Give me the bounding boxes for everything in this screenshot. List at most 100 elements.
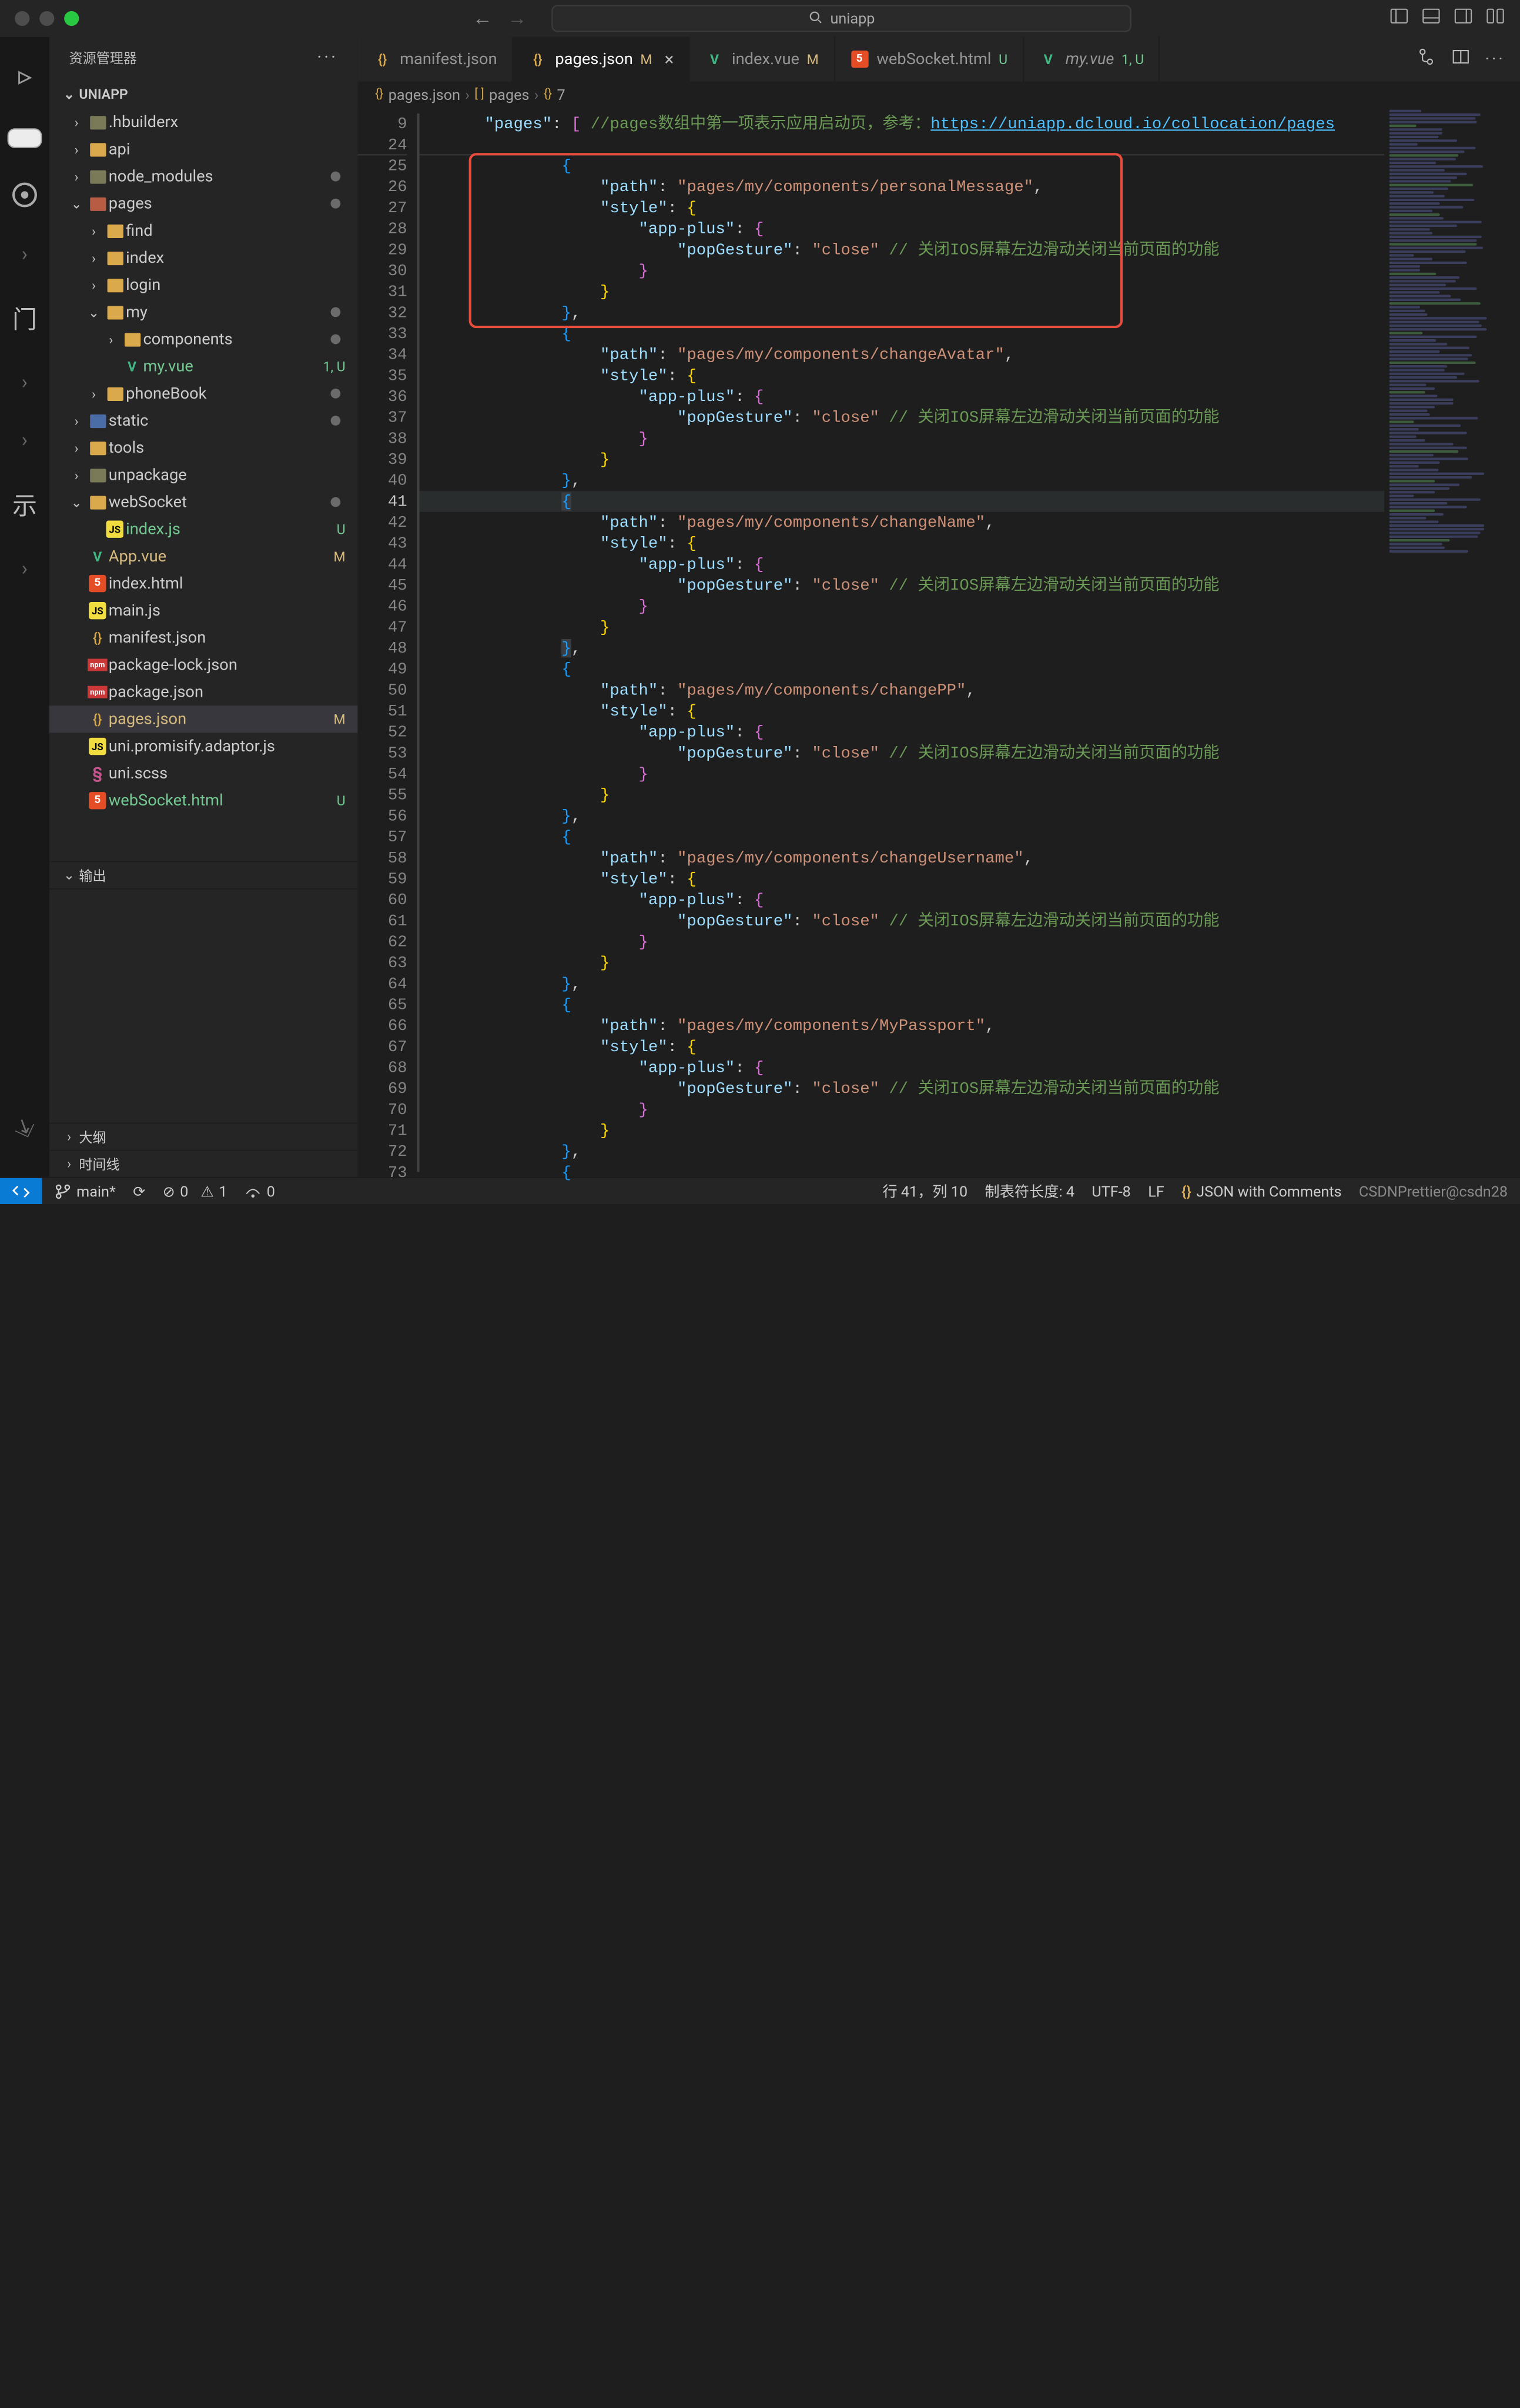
breadcrumb-segment[interactable]: pages.json [389, 86, 460, 103]
file-tree: ›.hbuilderx›api›node_modules⌄pages›find›… [49, 109, 358, 861]
command-center[interactable]: uniapp [551, 5, 1131, 32]
file-name: pages [109, 194, 331, 212]
tree-item[interactable]: App.vueM [49, 543, 358, 570]
tree-item[interactable]: main.js [49, 597, 358, 624]
file-name: .hbuilderx [109, 113, 346, 131]
project-root[interactable]: ⌄ UNIAPP [49, 79, 358, 108]
tree-item[interactable]: index.jsU [49, 516, 358, 543]
tree-item[interactable]: package.json [49, 678, 358, 705]
eol[interactable]: LF [1148, 1182, 1164, 1199]
file-name: uni.promisify.adaptor.js [109, 737, 346, 755]
tree-item[interactable]: ›.hbuilderx [49, 109, 358, 136]
tree-item[interactable]: ›static [49, 407, 358, 434]
split-icon[interactable] [1451, 47, 1471, 72]
code-body[interactable]: "pages": [ //pages数组中第一项表示应用启动页，参考：https… [420, 109, 1384, 1177]
minimize-window-dot[interactable] [39, 11, 54, 26]
tree-item[interactable]: package-lock.json [49, 651, 358, 678]
tree-item[interactable]: webSocket.htmlU [49, 787, 358, 814]
remote-button[interactable] [0, 1178, 42, 1204]
tree-item[interactable]: ›unpackage [49, 461, 358, 489]
tree-item[interactable]: ›phoneBook [49, 380, 358, 407]
file-name: package.json [109, 683, 346, 701]
explorer-header: 资源管理器 ··· [49, 37, 358, 79]
close-tab-icon[interactable]: × [665, 50, 674, 70]
file-html-icon [86, 792, 109, 809]
timeline-section-header[interactable]: › 时间线 [49, 1150, 358, 1177]
file-js-icon [103, 521, 126, 538]
file-name: webSocket.html [109, 791, 323, 810]
tree-item[interactable]: ›components [49, 326, 358, 353]
rail-icon[interactable]: ⇲ [12, 1114, 37, 1142]
maximize-window-dot[interactable] [64, 11, 79, 26]
tab-more-icon[interactable]: ··· [1485, 50, 1505, 68]
rail-icon[interactable]: 示 [12, 486, 37, 522]
command-center-text: uniapp [830, 10, 875, 27]
fold-yellow-icon [86, 142, 109, 156]
encoding[interactable]: UTF-8 [1092, 1182, 1130, 1199]
file-name: node_modules [109, 167, 331, 185]
tree-item[interactable]: ›tools [49, 434, 358, 461]
editor-tabs: manifest.jsonpages.jsonM×index.vueMwebSo… [358, 37, 1520, 82]
editor-tab[interactable]: my.vue1, U [1023, 37, 1160, 82]
tree-item[interactable]: uni.scss [49, 760, 358, 787]
tree-item[interactable]: ⌄my [49, 299, 358, 326]
nav-back-icon[interactable]: ← [473, 6, 493, 31]
layout-secondary-icon[interactable] [1454, 6, 1474, 31]
problems[interactable]: 0 1 [163, 1182, 227, 1199]
output-section-header[interactable]: ⌄ 输出 [49, 861, 358, 888]
rail-icon[interactable]: › [22, 556, 28, 580]
nav-forward-icon[interactable]: → [507, 6, 527, 31]
tree-item[interactable]: manifest.json [49, 624, 358, 651]
git-branch[interactable]: main* [54, 1182, 115, 1199]
tree-item[interactable]: ›find [49, 217, 358, 244]
prettier-status[interactable]: CSDNPrettier@csdn28 [1359, 1182, 1508, 1199]
editor-tab[interactable]: pages.jsonM× [513, 37, 690, 82]
fold-yellow-icon [103, 278, 126, 292]
outline-section-header[interactable]: › 大纲 [49, 1123, 358, 1150]
rail-icon[interactable]: › [22, 428, 28, 452]
breadcrumb-segment[interactable]: pages [489, 86, 529, 103]
tree-item[interactable]: ›api [49, 136, 358, 163]
tree-item[interactable]: uni.promisify.adaptor.js [49, 733, 358, 760]
code-area[interactable]: 9242526272829303132333435363738394041424… [358, 109, 1520, 1177]
rail-icon[interactable]: 门 [12, 300, 37, 336]
file-name: package-lock.json [109, 655, 346, 674]
layout-panel-icon[interactable] [1421, 6, 1441, 31]
file-name: phoneBook [126, 384, 330, 403]
file-name: pages.json [109, 710, 323, 728]
tree-item[interactable]: ⌄pages [49, 190, 358, 217]
editor-tab[interactable]: index.vueM [690, 37, 835, 82]
ports[interactable]: 0 [245, 1182, 275, 1199]
editor-tab[interactable]: manifest.json [358, 37, 513, 82]
file-name: find [126, 222, 346, 240]
rail-icon[interactable] [12, 183, 37, 208]
rail-icon[interactable] [8, 128, 42, 148]
layout-customize-icon[interactable] [1485, 6, 1505, 31]
explorer-more-icon[interactable]: ··· [317, 48, 338, 68]
editor-column: manifest.jsonpages.jsonM×index.vueMwebSo… [358, 37, 1520, 1177]
editor-tab[interactable]: webSocket.htmlU [835, 37, 1023, 82]
compare-icon[interactable] [1416, 47, 1436, 72]
tree-item[interactable]: index.html [49, 570, 358, 597]
tree-item[interactable]: ›node_modules [49, 163, 358, 190]
sync-icon[interactable]: ⟳ [133, 1182, 145, 1199]
tree-item[interactable]: my.vue1, U [49, 353, 358, 380]
file-vue-icon [705, 49, 725, 69]
rail-icon[interactable]: › [22, 370, 28, 394]
close-window-dot[interactable] [15, 11, 29, 26]
rail-icon[interactable]: › [22, 242, 28, 265]
layout-primary-icon[interactable] [1390, 6, 1409, 31]
tree-item[interactable]: ⌄webSocket [49, 489, 358, 516]
output-area [49, 888, 358, 1123]
indent-setting[interactable]: 制表符长度: 4 [985, 1180, 1074, 1202]
rail-icon[interactable] [14, 66, 36, 93]
tree-item[interactable]: pages.jsonM [49, 705, 358, 733]
cursor-position[interactable]: 行 41，列 10 [882, 1180, 967, 1202]
minimap[interactable] [1384, 109, 1520, 1177]
breadcrumb[interactable]: {}pages.json›[ ]pages›{}7 [358, 81, 1520, 108]
breadcrumb-segment[interactable]: 7 [557, 86, 565, 103]
language-mode[interactable]: {} JSON with Comments [1181, 1182, 1341, 1199]
tree-item[interactable]: ›index [49, 244, 358, 271]
tree-item[interactable]: ›login [49, 272, 358, 299]
file-braces-icon [86, 711, 109, 727]
